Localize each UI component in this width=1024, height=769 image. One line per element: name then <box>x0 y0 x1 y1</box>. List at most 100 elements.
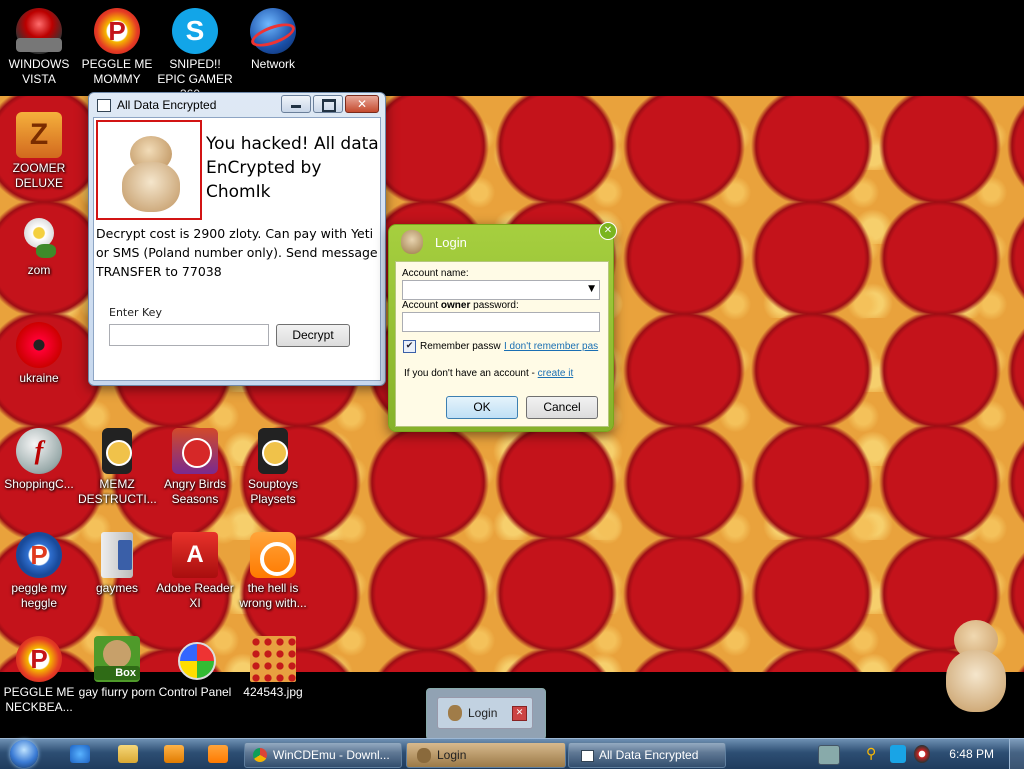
login-close-button[interactable]: ✕ <box>599 222 617 240</box>
preview-close-button[interactable]: ✕ <box>512 706 527 721</box>
desktop-icon-peggle-me-mommy[interactable]: P PEGGLE ME MOMMY <box>78 8 156 87</box>
account-name-combobox[interactable]: ▼ <box>402 280 600 300</box>
taskbar-item-all-data-encrypted[interactable]: All Data Encrypted <box>568 742 726 768</box>
cancel-button[interactable]: Cancel <box>526 396 598 419</box>
all-data-encrypted-window: All Data Encrypted ✕ You hacked! All dat… <box>88 92 386 386</box>
enter-key-label: Enter Key <box>109 306 162 319</box>
desktop-icon-zoomer-deluxe[interactable]: Z ZOOMER DELUXE <box>0 112 78 191</box>
close-icon: ✕ <box>356 97 368 111</box>
desktop-icon-label: Control Panel <box>158 685 232 699</box>
games-folder-icon <box>94 532 140 578</box>
login-titlebar[interactable]: Login ✕ <box>389 222 617 259</box>
desktop-icon-shopping[interactable]: f ShoppingC... <box>0 428 78 492</box>
desktop-icon-label: ShoppingC... <box>4 477 74 491</box>
hamster-mascot-image <box>944 620 1010 716</box>
monitor-icon[interactable] <box>890 745 906 763</box>
desktop-icon-label: Network <box>250 57 295 71</box>
close-button[interactable]: ✕ <box>345 95 379 113</box>
password-label: Account owner password: <box>402 300 519 311</box>
box-label: Box <box>94 666 140 680</box>
desktop-icon-label: Angry Birds Seasons <box>163 477 227 506</box>
show-desktop-button[interactable] <box>1009 739 1024 769</box>
maximize-button[interactable] <box>313 95 343 113</box>
remember-checkbox[interactable]: ✔ <box>403 340 416 353</box>
network-globe-icon <box>248 8 298 54</box>
no-account-text: If you don't have an account - create it <box>404 368 573 379</box>
desktop-icon-gaymes[interactable]: gaymes <box>78 532 156 596</box>
account-name-label: Account name: <box>402 268 469 279</box>
desktop-icon-gay-fiurry[interactable]: Box gay fiurry porn <box>78 636 156 700</box>
peggle-icon: P <box>94 8 140 54</box>
clock[interactable]: 6:48 PM <box>949 747 994 761</box>
flash-icon: f <box>16 428 62 474</box>
taskbar-item-label: WinCDEmu - Downl... <box>273 748 390 762</box>
desktop-icon-label: peggle my heggle <box>11 581 67 610</box>
desktop-icon-label: ZOOMER DELUXE <box>12 161 66 190</box>
hamster-login-icon <box>417 748 431 763</box>
peggle-icon: P <box>16 636 62 682</box>
close-icon: ✕ <box>515 708 524 718</box>
desktop-icon-memz[interactable]: MEMZ DESTRUCTI... <box>78 428 157 507</box>
desktop-icon-label: Adobe Reader XI <box>156 581 234 610</box>
adobe-reader-icon: A <box>172 532 218 578</box>
desktop-icon-windows-vista[interactable]: WINDOWS VISTA <box>0 8 78 87</box>
desktop-icon-label: ukraine <box>19 371 59 385</box>
desktop-icon-label: 424543.jpg <box>243 685 303 699</box>
desktop-icon-souptoys[interactable]: Souptoys Playsets <box>234 428 312 507</box>
angry-birds-icon <box>172 428 218 474</box>
ok-button[interactable]: OK <box>446 396 518 419</box>
desktop-icon-control-panel[interactable]: Control Panel <box>156 636 234 700</box>
ransom-headline: You hacked! All data EnCrypted by ChomIk <box>206 134 379 202</box>
decrypt-button[interactable]: Decrypt <box>276 324 350 347</box>
desktop-icon-network[interactable]: Network <box>234 8 312 72</box>
desktop-icon-label: Souptoys Playsets <box>247 477 299 506</box>
key-input[interactable] <box>109 324 269 346</box>
hamster-login-icon <box>401 230 423 254</box>
internet-explorer-icon[interactable] <box>70 745 90 763</box>
taskbar-item-wincdemu[interactable]: WinCDEmu - Downl... <box>244 742 402 768</box>
minimize-button[interactable] <box>281 95 311 113</box>
desktop-icon-sniped[interactable]: S SNIPED!! EPIC GAMER 360... <box>156 8 234 102</box>
tray-app-icon[interactable] <box>818 745 840 765</box>
volume-icon[interactable] <box>914 745 930 763</box>
password-field[interactable] <box>402 312 600 332</box>
ransom-message: Decrypt cost is 2900 zloty. Can pay with… <box>96 226 378 279</box>
login-title: Login <box>435 235 467 250</box>
windows-start-orb-icon <box>10 740 38 768</box>
uc-browser-icon[interactable] <box>208 745 228 763</box>
desktop-icon-angry-birds[interactable]: Angry Birds Seasons <box>156 428 234 507</box>
taskbar-preview[interactable]: Login ✕ <box>426 688 546 740</box>
folder-icon[interactable] <box>118 745 138 763</box>
desktop-icon-zom[interactable]: zom <box>0 214 78 278</box>
window-client-area: You hacked! All data EnCrypted by ChomIk… <box>93 117 381 381</box>
preview-inner: Login ✕ <box>437 697 533 729</box>
desktop-icon-the-hell[interactable]: the hell is wrong with... <box>234 532 312 611</box>
desktop-icon-ukraine[interactable]: ukraine <box>0 322 78 386</box>
desktop-icon-peggle-me-neckbeard[interactable]: P PEGGLE ME NECKBEA... <box>0 636 78 715</box>
flower-icon <box>16 214 62 260</box>
zoomer-icon: Z <box>16 112 62 158</box>
create-account-link[interactable]: create it <box>538 368 574 379</box>
desktop-icon-label: MEMZ DESTRUCTI... <box>78 477 157 506</box>
close-icon: ✕ <box>603 225 613 236</box>
dropdown-arrow-icon[interactable]: ▼ <box>588 284 595 294</box>
window-app-icon <box>97 99 111 112</box>
window-titlebar[interactable]: All Data Encrypted ✕ <box>89 93 385 117</box>
taskbar-item-login[interactable]: Login <box>406 742 566 768</box>
media-player-icon[interactable] <box>164 745 184 763</box>
desktop-icon-label: the hell is wrong with... <box>239 581 307 610</box>
no-account-prefix: If you don't have an account - <box>404 368 538 379</box>
search-icon[interactable]: ⚲ <box>866 745 882 763</box>
start-button[interactable] <box>6 739 44 769</box>
desktop-icon-label: gaymes <box>95 581 139 595</box>
radiation-icon <box>16 322 62 368</box>
memz-clock-icon <box>94 428 140 474</box>
taskbar-item-label: All Data Encrypted <box>599 748 699 762</box>
forgot-password-link[interactable]: I don't remember pas <box>504 341 598 352</box>
desktop-icon-label: zom <box>27 263 51 277</box>
minimize-icon <box>291 105 301 108</box>
desktop-icon-peggle-my-heggle[interactable]: P peggle my heggle <box>0 532 78 611</box>
desktop-icon-adobe-reader[interactable]: A Adobe Reader XI <box>156 532 234 611</box>
checkmark-icon: ✔ <box>405 341 414 351</box>
desktop-icon-424543-jpg[interactable]: 424543.jpg <box>234 636 312 700</box>
